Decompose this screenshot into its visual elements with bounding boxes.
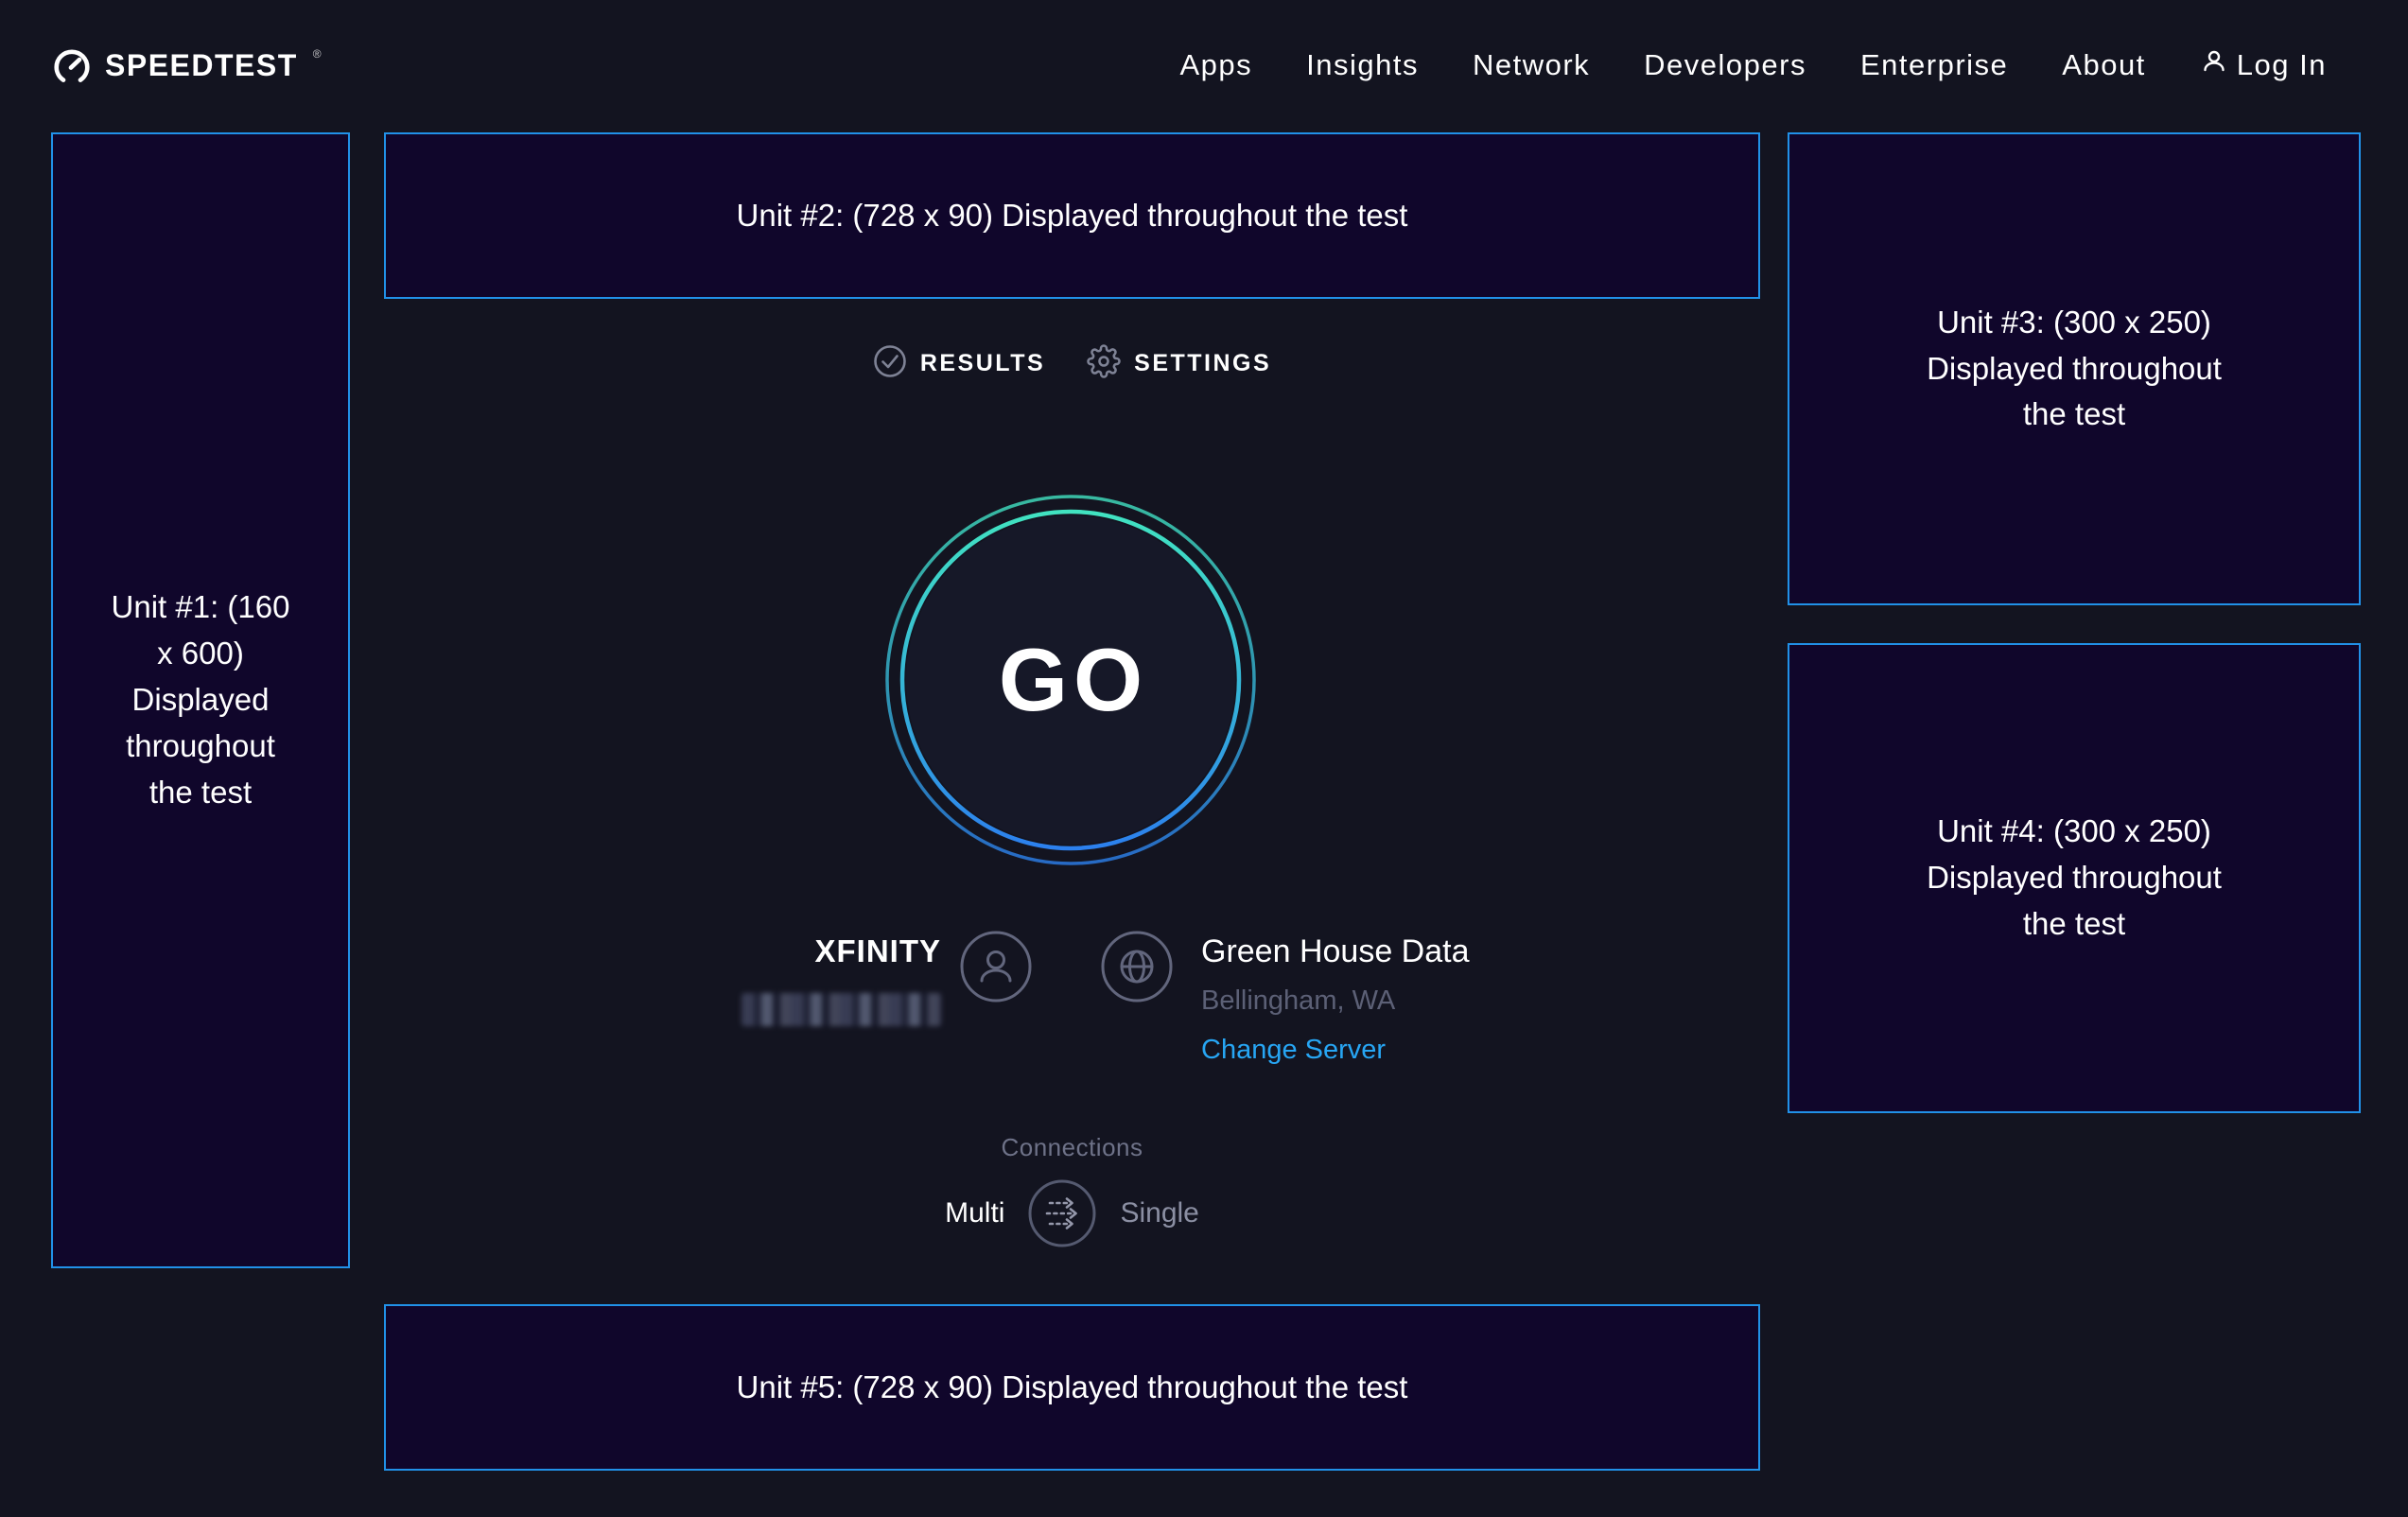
- nav-menu: Apps Insights Network Developers Enterpr…: [1179, 47, 2327, 83]
- nav-item-enterprise[interactable]: Enterprise: [1860, 48, 2008, 82]
- go-button-label: GO: [881, 491, 1260, 869]
- isp-user-icon: [959, 930, 1033, 1008]
- speedtest-gauge-icon: [52, 44, 92, 86]
- gear-icon: [1087, 344, 1121, 383]
- ad-unit-5[interactable]: Unit #5: (728 x 90) Displayed throughout…: [384, 1304, 1760, 1471]
- go-button[interactable]: GO: [881, 491, 1260, 869]
- ad-unit-2[interactable]: Unit #2: (728 x 90) Displayed throughout…: [384, 132, 1760, 299]
- server-location: Bellingham, WA: [1201, 985, 1470, 1017]
- nav-item-developers[interactable]: Developers: [1644, 48, 1806, 82]
- check-circle-icon: [873, 344, 907, 383]
- change-server-link[interactable]: Change Server: [1201, 1035, 1386, 1066]
- redacted-ip-text: [742, 993, 941, 1026]
- connections-label: Connections: [384, 1133, 1760, 1162]
- connections-row: Multi Single: [384, 1178, 1760, 1248]
- top-nav: SPEEDTEST ® Apps Insights Network Develo…: [52, 0, 2327, 131]
- connection-mode-toggle[interactable]: [1027, 1178, 1097, 1248]
- connections-single-option[interactable]: Single: [1120, 1197, 1198, 1229]
- nav-item-about[interactable]: About: [2062, 48, 2146, 82]
- tab-settings[interactable]: SETTINGS: [1087, 344, 1271, 383]
- server-info: Green House Data Bellingham, WA Change S…: [1201, 933, 1470, 1066]
- ad-unit-2-text: Unit #2: (728 x 90) Displayed throughout…: [737, 193, 1408, 239]
- nav-item-insights[interactable]: Insights: [1306, 48, 1419, 82]
- tab-settings-label: SETTINGS: [1134, 350, 1271, 377]
- ad-unit-3-text: Unit #3: (300 x 250) Displayed throughou…: [1913, 300, 2235, 438]
- nav-item-network[interactable]: Network: [1473, 48, 1590, 82]
- tab-results-label: RESULTS: [920, 350, 1045, 377]
- brand-name: SPEEDTEST: [105, 44, 298, 86]
- ad-unit-1-text: Unit #1: (160 x 600) Displayed throughou…: [100, 584, 301, 815]
- ad-unit-4-text: Unit #4: (300 x 250) Displayed throughou…: [1913, 809, 2235, 947]
- speedtest-page: SPEEDTEST ® Apps Insights Network Develo…: [0, 0, 2408, 1517]
- tab-results[interactable]: RESULTS: [873, 344, 1045, 383]
- server-name: Green House Data: [1201, 933, 1470, 970]
- brand-logo[interactable]: SPEEDTEST ®: [52, 44, 322, 86]
- brand-trademark: ®: [313, 48, 322, 60]
- isp-name: XFINITY: [605, 933, 941, 970]
- ad-unit-4[interactable]: Unit #4: (300 x 250) Displayed throughou…: [1788, 643, 2361, 1113]
- user-icon: [2200, 47, 2228, 83]
- server-globe-icon: [1100, 930, 1174, 1008]
- login-label: Log In: [2237, 48, 2327, 82]
- nav-item-login[interactable]: Log In: [2200, 47, 2327, 83]
- nav-item-apps[interactable]: Apps: [1179, 48, 1252, 82]
- ad-unit-5-text: Unit #5: (728 x 90) Displayed throughout…: [737, 1365, 1408, 1411]
- view-tabs: RESULTS SETTINGS: [384, 342, 1760, 384]
- multi-connection-icon: [1027, 1178, 1097, 1248]
- ad-unit-3[interactable]: Unit #3: (300 x 250) Displayed throughou…: [1788, 132, 2361, 605]
- connections-multi-option[interactable]: Multi: [945, 1197, 1004, 1229]
- ad-unit-1[interactable]: Unit #1: (160 x 600) Displayed throughou…: [51, 132, 350, 1268]
